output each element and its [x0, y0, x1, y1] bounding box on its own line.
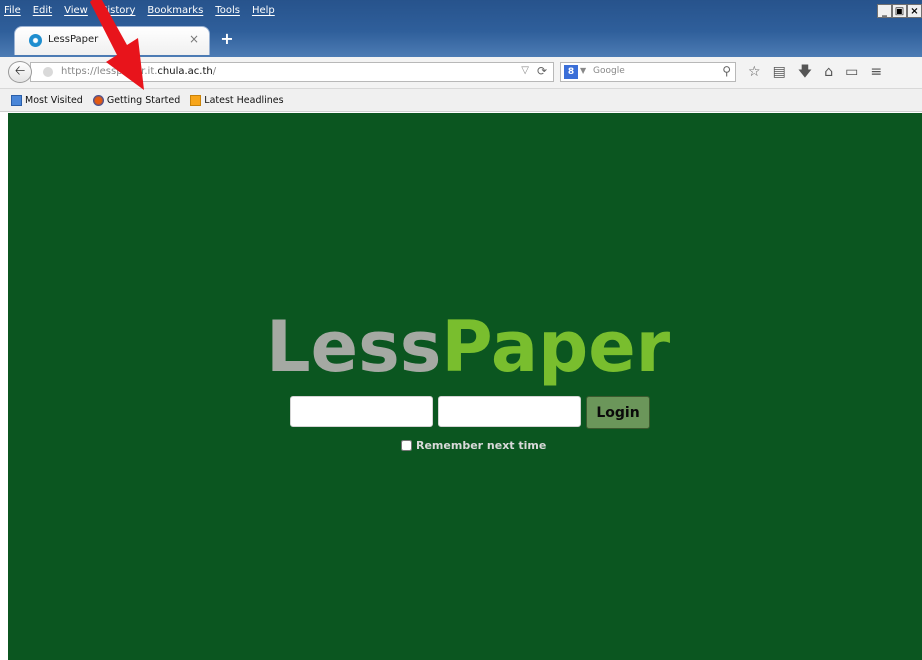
window-controls: _ ▣ × [877, 4, 922, 18]
url-dropdown-icon[interactable]: ▽ [521, 65, 529, 76]
remember-me[interactable]: Remember next time [401, 439, 546, 452]
bookmark-latest-headlines[interactable]: Latest Headlines [190, 94, 284, 106]
search-engine-dropdown-icon[interactable]: ▼ [580, 66, 586, 75]
sidebar-icon[interactable]: ▭ [845, 60, 858, 84]
red-arrow-icon [90, 0, 144, 90]
bookmark-star-icon[interactable]: ☆ [748, 60, 761, 84]
reload-icon[interactable]: ⟳ [537, 64, 547, 78]
search-placeholder: Google [593, 66, 625, 76]
bookmark-label: Getting Started [106, 94, 181, 106]
minimize-button[interactable]: _ [877, 4, 892, 18]
url-domain: chula.ac.th [157, 66, 213, 77]
menu-help[interactable]: Help [252, 5, 275, 21]
back-arrow-icon: 🡠 [14, 64, 26, 79]
bookmark-label: Latest Headlines [204, 94, 284, 106]
bookmark-label: Most Visited [25, 94, 83, 106]
bookmarks-list-icon[interactable]: ▤ [773, 60, 786, 84]
login-button[interactable]: Login [586, 396, 650, 429]
menu-tools[interactable]: Tools [215, 5, 240, 21]
search-box[interactable]: 8 ▼ Google ⚲ [560, 62, 736, 82]
login-form: Login [290, 396, 650, 429]
remember-checkbox[interactable] [401, 440, 412, 451]
lesspaper-logo: LessPaper [266, 307, 670, 387]
username-input[interactable] [290, 396, 433, 427]
most-visited-icon [11, 94, 22, 106]
download-icon[interactable]: 🡇 [798, 60, 812, 84]
toolbar-icons: ☆ ▤ 🡇 ⌂ ▭ ≡ [748, 60, 882, 84]
search-icon[interactable]: ⚲ [722, 64, 731, 78]
menu-hamburger-icon[interactable]: ≡ [870, 60, 882, 84]
close-window-button[interactable]: × [907, 4, 922, 18]
favicon-icon [29, 34, 42, 47]
remember-label: Remember next time [416, 439, 547, 452]
bookmarks-toolbar: Most Visited Getting Started Latest Head… [0, 89, 922, 112]
menu-file[interactable]: File [4, 5, 21, 21]
maximize-button[interactable]: ▣ [892, 4, 907, 18]
new-tab-button[interactable]: + [218, 30, 236, 48]
rss-icon [190, 94, 202, 106]
home-icon[interactable]: ⌂ [824, 60, 833, 84]
tab-close-icon[interactable]: × [189, 32, 199, 46]
logo-paper: Paper [441, 306, 671, 388]
url-suffix: / [212, 66, 217, 77]
globe-icon [43, 67, 53, 77]
password-input[interactable] [438, 396, 581, 427]
page-content: LessPaper Login Remember next time [8, 113, 922, 660]
bookmark-most-visited[interactable]: Most Visited [11, 94, 83, 106]
back-button[interactable]: 🡠 [8, 61, 32, 83]
firefox-icon [92, 94, 104, 106]
menu-edit[interactable]: Edit [33, 5, 52, 21]
logo-less: Less [266, 306, 442, 388]
bookmark-getting-started[interactable]: Getting Started [92, 94, 181, 106]
google-icon[interactable]: 8 [564, 65, 578, 79]
